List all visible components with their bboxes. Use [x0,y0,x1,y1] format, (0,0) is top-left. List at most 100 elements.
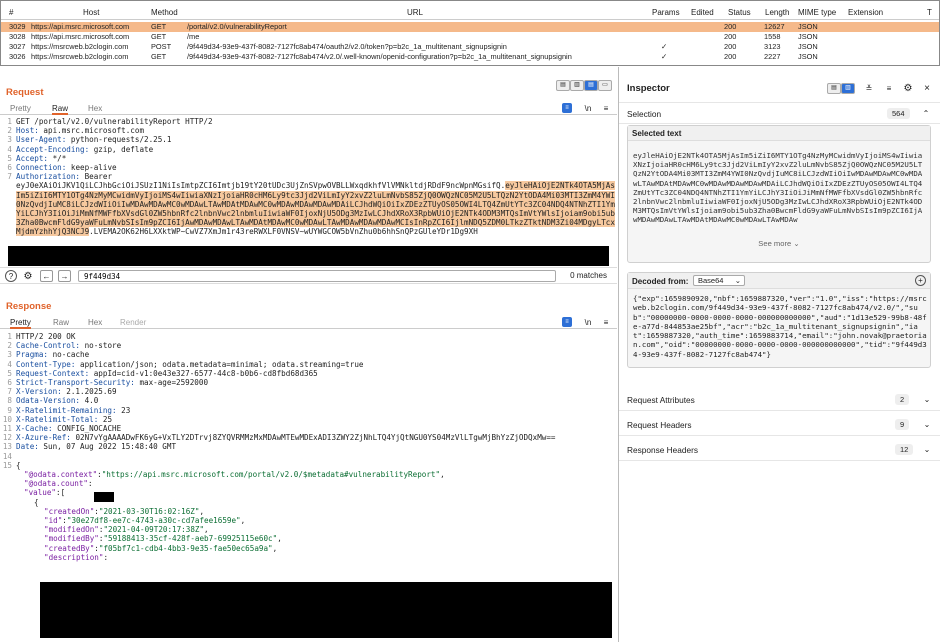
tab-raw[interactable]: Raw [52,102,69,115]
col-edited[interactable]: Edited [691,6,714,20]
tab-hex[interactable]: Hex [88,102,102,115]
chevron-down-icon[interactable]: ⌄ [922,394,932,404]
request-line: GET /portal/v2.0/vulnerabilityReport HTT… [16,117,213,126]
tab-render[interactable]: Render [120,316,146,329]
newline-icon[interactable]: \n [582,317,594,327]
code-line: 8 Odata-Version: 4.0 [0,396,617,405]
col-params[interactable]: Params [652,6,680,20]
code-line: 2 Cache-Control: no-store [0,341,617,350]
selected-text-content[interactable]: eyJleHAiOjE2NTk4OTA5MjAsIm5iZiI6MTY1OTg4… [633,151,925,235]
code-line: 10 X-Ratelimit-Total: 25 [0,415,617,424]
inspector-section[interactable]: Response Headers 12 ⌄ [619,439,940,461]
inspector-title: Inspector [627,83,670,94]
col-url[interactable]: URL [407,6,423,20]
col-t[interactable]: T [927,6,932,20]
header-value: appId=cid-v1:0e43e327-6577-44c8-b0b6-cd8… [89,368,318,378]
cell-host: https://msrcweb.b2clogin.com [31,52,129,61]
help-icon[interactable]: ? [5,270,17,282]
settings-icon[interactable]: ⚙ [902,82,914,94]
align-icon[interactable]: ≚ [863,82,875,94]
inspector-panel: Inspector ▤ ▥ ≚ ≡ ⚙ × Selection 564 ⌃ Se… [618,67,940,642]
close-icon[interactable]: × [921,82,933,94]
cell-host: https://msrcweb.b2clogin.com [31,42,129,51]
tab-pretty[interactable]: Pretty [10,316,31,329]
cell-method: GET [151,32,167,41]
layout-icon[interactable]: ▤ [827,83,841,94]
table-row[interactable]: 3028 https://api.msrc.microsoft.com GET/me… [1,32,939,42]
newline-icon[interactable]: \n [582,103,594,113]
col-extension[interactable]: Extension [848,6,883,20]
inspector-section[interactable]: Request Headers 9 ⌄ [619,414,940,436]
header-value: */* [48,153,67,163]
header-name: Odata-Version: [16,396,81,406]
actions-icon[interactable]: ≡ [562,103,572,113]
see-more-link[interactable]: See more ⌄ [628,239,930,248]
json-key: "id" [44,516,63,526]
header-name: X-Ratelimit-Total: [16,414,99,424]
cell-mime: JSON [798,22,818,31]
col-method[interactable]: Method [151,6,178,20]
table-row[interactable]: 3027 https://msrcweb.b2clogin.com POST/9f4… [1,42,939,52]
layout-toggle[interactable]: ▤ ▥ ▤ ▭ [556,80,612,92]
col-number[interactable]: # [9,6,13,20]
next-icon[interactable]: → [58,270,71,282]
inspector-section[interactable]: Request Attributes 2 ⌄ [619,389,940,411]
col-mime[interactable]: MIME type [798,6,836,20]
layout-vertical-icon[interactable]: ▤ [584,80,598,91]
chevron-up-icon[interactable]: ⌃ [921,108,931,118]
line-number: 12 [2,433,12,443]
code-line: 11 X-Cache: CONFIG_NOCACHE [0,424,617,433]
code-line: 6 Connection: keep-alive [0,163,617,172]
tab-pretty[interactable]: Pretty [10,102,31,115]
redaction-block [40,582,612,638]
json-value: "2021-04-09T20:17:38Z" [103,525,205,535]
json-line: "modifiedOn":"2021-04-09T20:17:38Z", [44,525,209,535]
table-row[interactable]: 3026 https://msrcweb.b2clogin.com GET/9f44… [1,52,939,62]
table-row[interactable]: 3029 https://api.msrc.microsoft.com GET/po… [1,22,939,32]
layout-horizontal-icon[interactable]: ▥ [570,80,584,91]
header-value: no-store [80,341,122,351]
menu-icon[interactable]: ≡ [600,317,612,327]
json-key: "description" [44,552,104,562]
json-line: "@odata.count": [24,479,93,489]
decoding-select[interactable]: Base64 ⌄ [693,275,745,286]
request-editor[interactable]: 1 GET /portal/v2.0/vulnerabilityReport HT… [0,117,617,248]
search-input[interactable] [78,270,556,282]
selection-section[interactable]: Selection 564 ⌃ [619,102,940,124]
header-value: 25 [98,414,113,424]
header-value: application/json; odata.metadata=minimal… [75,359,364,369]
header-name: X-Version: [16,387,62,397]
json-line: "modifiedBy":"59188413-35cf-428f-aeb7-69… [44,534,282,544]
add-icon[interactable]: + [915,275,926,286]
col-length[interactable]: Length [765,6,789,20]
col-host[interactable]: Host [83,6,99,20]
auth-token[interactable]: eyJ0eXAiOiJKV1QiLCJhbGciOiJSUzI1NiIsImtp… [0,181,617,237]
decoded-content[interactable]: {"exp":1659890920,"nbf":1659887320,"ver"… [633,294,927,366]
header-name: Accept-Encoding: [16,144,90,154]
menu-icon[interactable]: ≡ [600,103,612,113]
code-line: 13 Date: Sun, 07 Aug 2022 15:48:40 GMT [0,442,617,451]
cell-status: 200 [724,52,737,61]
col-status[interactable]: Status [728,6,751,20]
layout-single-icon[interactable]: ▭ [598,80,612,91]
section-count: 2 [895,394,910,405]
layout-split-icon[interactable]: ▤ [556,80,570,91]
header-name: X-Azure-Ref: [16,433,71,443]
status-line: { [16,460,21,470]
json-key: "@odata.count" [24,479,89,489]
cell-length: 1558 [764,32,781,41]
cell-method: GET [151,22,167,31]
header-value: 4.0 [80,396,99,406]
chevron-down-icon[interactable]: ⌄ [922,444,932,454]
settings-icon[interactable]: ⚙ [22,270,34,282]
chevron-down-icon[interactable]: ⌄ [922,419,932,429]
see-more-label: See more [758,239,792,248]
selection-count: 564 [887,108,910,119]
layout-icon[interactable]: ▥ [841,83,855,94]
tab-raw[interactable]: Raw [53,316,69,329]
collapse-icon[interactable]: ≡ [883,82,895,94]
actions-icon[interactable]: ≡ [562,317,572,327]
previous-icon[interactable]: ← [40,270,53,282]
token-signature: .LVEMA2OK62H6LXXktWP~CwVZ7XmJm1r43reRWXL… [89,227,478,237]
tab-hex[interactable]: Hex [88,316,102,329]
